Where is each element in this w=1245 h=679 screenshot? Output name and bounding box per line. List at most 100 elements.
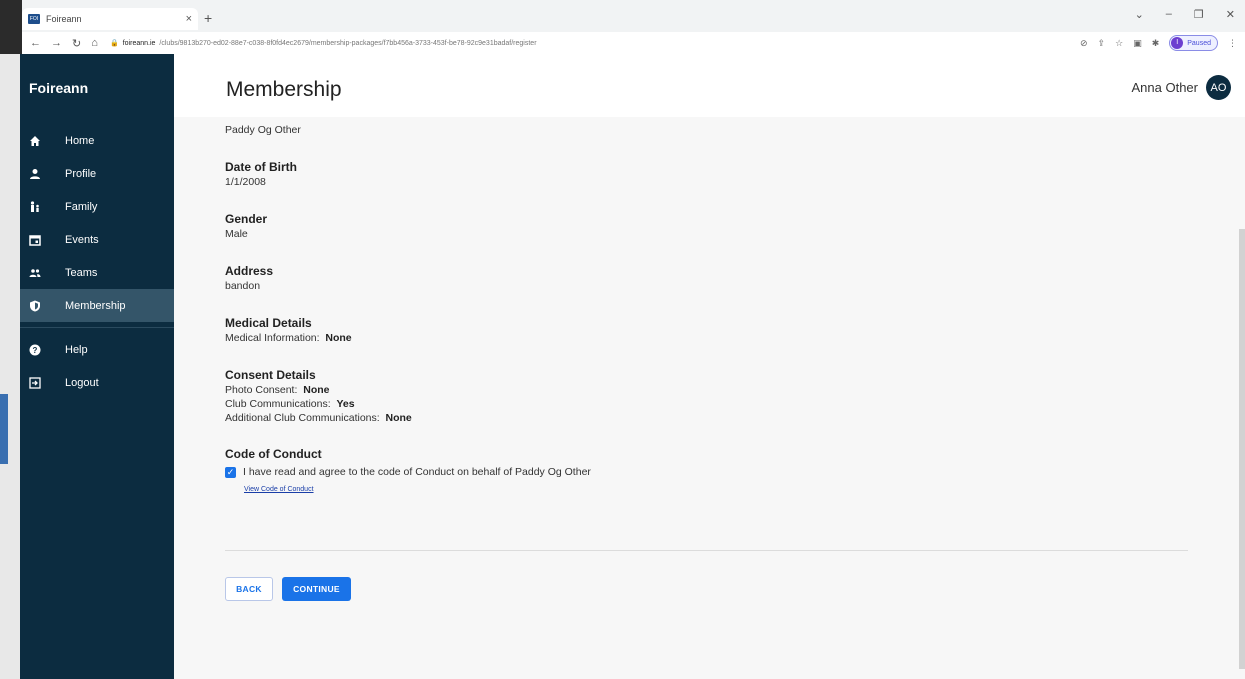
bookmark-star-icon[interactable]: ☆ — [1115, 38, 1123, 49]
sidebar-item-membership[interactable]: Membership — [20, 289, 174, 322]
minimize-icon[interactable]: – — [1166, 8, 1172, 21]
dob-value: 1/1/2008 — [225, 176, 266, 188]
address-bar-row: ← → ↻ ⌂ 🔒 foireann.ie/clubs/9813b270-ed0… — [22, 32, 1245, 54]
dob-section: Date of Birth 1/1/2008 — [225, 160, 1190, 188]
background-window-edge — [0, 54, 20, 679]
nav-buttons: ← → ↻ ⌂ — [22, 37, 110, 50]
profile-avatar: I — [1171, 37, 1184, 49]
coc-title: Code of Conduct — [225, 447, 322, 461]
sidebar-item-label: Logout — [65, 376, 99, 389]
window-edge — [0, 0, 22, 54]
browser-tab[interactable]: FOI Foireann × — [22, 8, 198, 30]
logout-icon — [28, 376, 42, 390]
close-window-icon[interactable]: ✕ — [1226, 8, 1235, 21]
gender-title: Gender — [225, 212, 268, 226]
additional-comm-row: Additional Club Communications: None — [225, 412, 1190, 424]
form-actions: BACK CONTINUE — [225, 577, 351, 601]
scrollbar[interactable] — [1239, 229, 1245, 669]
background-window-accent — [0, 394, 8, 464]
consent-section: Consent Details Photo Consent: None Club… — [225, 368, 1190, 424]
additional-comm-label: Additional Club Communications: — [225, 412, 380, 424]
medical-info-value: None — [325, 332, 352, 344]
club-comm-value: Yes — [336, 398, 355, 410]
divider — [225, 550, 1188, 551]
back-button[interactable]: BACK — [225, 577, 273, 601]
url-field[interactable]: 🔒 foireann.ie/clubs/9813b270-ed02-88e7-c… — [110, 39, 1080, 48]
additional-comm-value: None — [385, 412, 412, 424]
sidebar-item-label: Events — [65, 233, 99, 246]
sidebar-item-label: Home — [65, 134, 95, 147]
page-title: Membership — [226, 78, 342, 101]
sidebar-item-logout[interactable]: Logout — [20, 366, 174, 399]
photo-consent-label: Photo Consent: — [225, 384, 298, 396]
share-icon[interactable]: ⇪ — [1098, 38, 1106, 49]
reload-icon[interactable]: ↻ — [72, 37, 81, 50]
extension-icon[interactable]: ▣ — [1133, 38, 1142, 49]
extensions-area: ⊘ ⇪ ☆ ▣ ✱ I Paused ⋮ — [1080, 35, 1245, 51]
group-icon — [28, 266, 42, 280]
club-comm-row: Club Communications: Yes — [225, 398, 1190, 410]
shield-icon — [28, 299, 42, 313]
address-value: bandon — [225, 280, 261, 292]
sidebar: Foireann Home Profile Family Events Team… — [20, 54, 174, 679]
medical-section: Medical Details Medical Information: Non… — [225, 316, 1190, 344]
window-controls: ⌄ – ❐ ✕ — [1135, 8, 1235, 21]
restore-icon[interactable]: ❐ — [1194, 8, 1204, 21]
gender-value: Male — [225, 228, 248, 240]
member-name: Paddy Og Other — [225, 124, 301, 136]
continue-button[interactable]: CONTINUE — [282, 577, 351, 601]
url-host: foireann.ie — [122, 39, 156, 47]
tab-title: Foireann — [46, 14, 82, 24]
sidebar-item-label: Family — [65, 200, 98, 213]
photo-consent-value: None — [303, 384, 330, 396]
profile-state: Paused — [1187, 39, 1211, 47]
puzzle-icon[interactable]: ✱ — [1152, 38, 1160, 49]
view-code-of-conduct-link[interactable]: View Code of Conduct — [244, 486, 314, 493]
avatar[interactable]: AO — [1206, 75, 1231, 100]
sidebar-item-label: Teams — [65, 266, 98, 279]
tab-search-icon[interactable]: ⌄ — [1135, 8, 1144, 21]
brand-logo[interactable]: Foireann — [29, 80, 88, 96]
profile-button[interactable]: I Paused — [1169, 35, 1218, 51]
sidebar-item-teams[interactable]: Teams — [20, 256, 174, 289]
sidebar-item-help[interactable]: ? Help — [20, 333, 174, 366]
medical-info-row: Medical Information: None — [225, 332, 1190, 344]
top-bar: Membership Anna Other AO — [174, 54, 1245, 117]
user-name: Anna Other — [1131, 80, 1199, 95]
new-tab-button[interactable]: + — [204, 10, 212, 26]
code-of-conduct-section: Code of Conduct ✓ I have read and agree … — [225, 447, 1190, 494]
coc-checkbox[interactable]: ✓ — [225, 466, 236, 478]
help-icon: ? — [28, 343, 42, 357]
consent-title: Consent Details — [225, 368, 316, 382]
user-menu[interactable]: Anna Other AO — [1131, 75, 1231, 100]
sidebar-item-events[interactable]: Events — [20, 223, 174, 256]
home-icon — [28, 134, 42, 148]
coc-agree-label[interactable]: I have read and agree to the code of Con… — [243, 466, 591, 478]
main-content: Membership Anna Other AO Paddy Og Other … — [174, 54, 1245, 679]
sidebar-divider — [20, 327, 174, 328]
medical-info-label: Medical Information: — [225, 332, 320, 344]
sidebar-item-label: Profile — [65, 167, 97, 180]
dob-title: Date of Birth — [225, 160, 297, 174]
coc-agree-row: ✓ I have read and agree to the code of C… — [225, 466, 1190, 478]
sidebar-item-profile[interactable]: Profile — [20, 157, 174, 190]
eye-off-icon[interactable]: ⊘ — [1080, 38, 1088, 49]
person-icon — [28, 167, 42, 181]
calendar-icon — [28, 233, 42, 247]
gender-section: Gender Male — [225, 212, 1190, 240]
family-icon — [28, 200, 42, 214]
sidebar-nav: Home Profile Family Events Teams Members… — [20, 124, 174, 399]
tab-close-icon[interactable]: × — [186, 13, 192, 25]
svg-text:?: ? — [33, 346, 38, 355]
back-arrow-icon[interactable]: ← — [30, 37, 41, 50]
forward-arrow-icon[interactable]: → — [51, 37, 62, 50]
sidebar-item-family[interactable]: Family — [20, 190, 174, 223]
address-section: Address bandon — [225, 264, 1190, 292]
favicon-icon: FOI — [28, 14, 40, 24]
medical-title: Medical Details — [225, 316, 312, 330]
sidebar-item-home[interactable]: Home — [20, 124, 174, 157]
menu-dots-icon[interactable]: ⋮ — [1228, 38, 1237, 49]
browser-chrome: FOI Foireann × + ⌄ – ❐ ✕ ← → ↻ ⌂ 🔒 foire… — [0, 0, 1245, 54]
sidebar-item-label: Help — [65, 343, 88, 356]
home-browser-icon[interactable]: ⌂ — [91, 37, 98, 50]
